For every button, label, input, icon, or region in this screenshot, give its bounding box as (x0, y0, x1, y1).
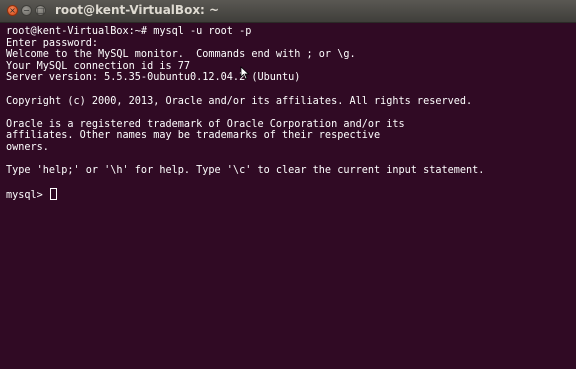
terminal-output[interactable]: root@kent-VirtualBox:~# mysql -u root -p… (6, 26, 572, 202)
terminal-line: affiliates. Other names may be trademark… (6, 130, 381, 142)
terminal-window: × − □ root@kent-VirtualBox: ~ root@kent-… (0, 0, 576, 369)
terminal-line: Server version: 5.5.35-0ubuntu0.12.04.2 … (6, 72, 301, 84)
maximize-icon: □ (36, 6, 45, 15)
terminal-line: Type 'help;' or '\h' for help. Type '\c'… (6, 165, 485, 177)
minimize-button[interactable]: − (21, 5, 32, 16)
close-icon: × (9, 6, 16, 15)
prompt-line[interactable]: mysql> (6, 188, 572, 202)
close-button[interactable]: × (7, 5, 18, 16)
mysql-prompt: mysql> (6, 190, 49, 202)
terminal-line: Your MySQL connection id is 77 (6, 60, 191, 72)
minimize-icon: − (23, 6, 30, 15)
terminal-line: Enter password: (6, 37, 99, 49)
mouse-pointer-icon (240, 66, 250, 80)
terminal-line: owners. (6, 141, 49, 153)
terminal-line: Oracle is a registered trademark of Orac… (6, 118, 405, 130)
terminal-line: Copyright (c) 2000, 2013, Oracle and/or … (6, 95, 473, 107)
maximize-button[interactable]: □ (35, 5, 46, 16)
terminal-line: Welcome to the MySQL monitor. Commands e… (6, 49, 356, 61)
terminal-line: root@kent-VirtualBox:~# mysql -u root -p (6, 26, 252, 37)
text-cursor-icon (49, 188, 57, 201)
window-title: root@kent-VirtualBox: ~ (55, 3, 220, 17)
title-bar[interactable]: × − □ root@kent-VirtualBox: ~ (0, 0, 576, 23)
